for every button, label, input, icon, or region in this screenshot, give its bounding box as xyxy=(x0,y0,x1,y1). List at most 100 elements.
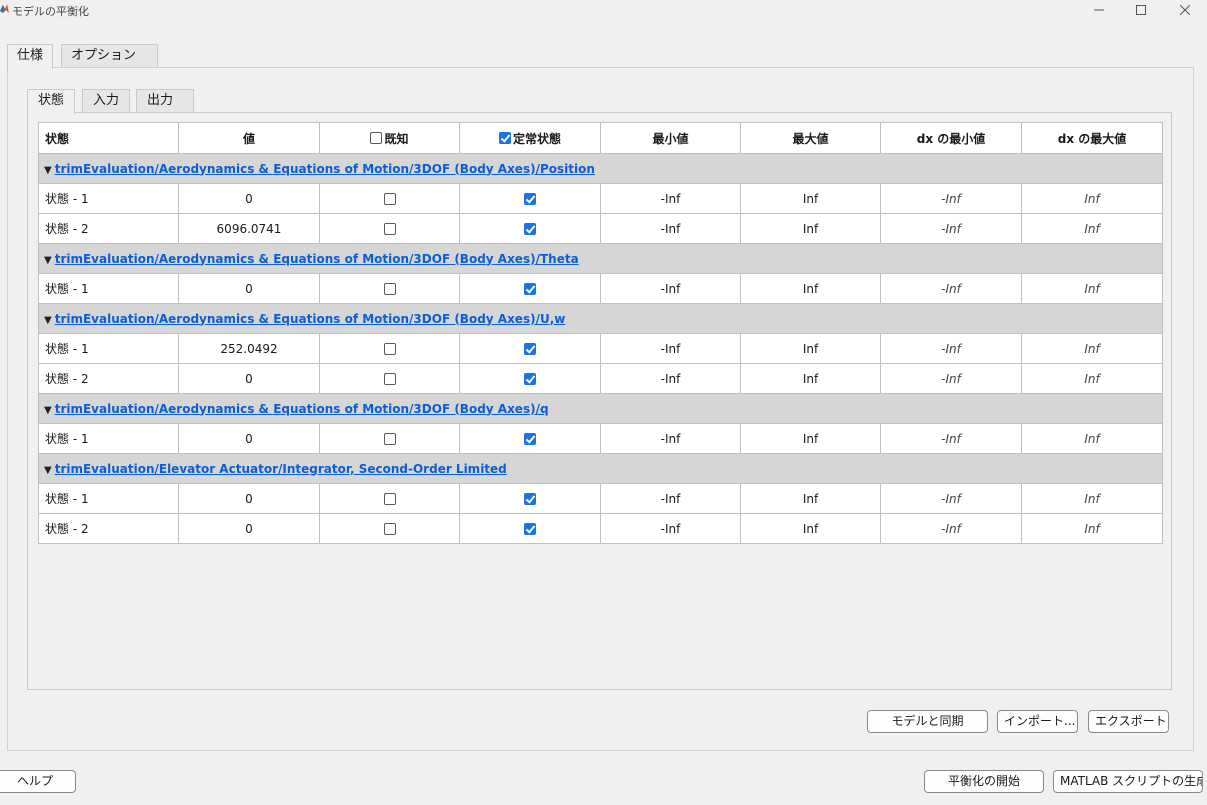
max-value-cell[interactable]: Inf xyxy=(740,213,881,244)
collapse-triangle-icon[interactable]: ▼ xyxy=(44,255,52,266)
state-value-cell[interactable]: 0 xyxy=(178,423,320,454)
column-header-steady[interactable]: 定常状態 xyxy=(459,122,601,154)
min-value-cell[interactable]: -Inf xyxy=(600,423,741,454)
maximize-icon[interactable] xyxy=(1121,0,1161,20)
block-path-link[interactable]: trimEvaluation/Aerodynamics & Equations … xyxy=(55,252,579,266)
dx-min-cell[interactable]: -Inf xyxy=(880,333,1022,364)
steady-state-checkbox[interactable] xyxy=(524,343,536,355)
steady-state-cell xyxy=(459,483,601,514)
steady-state-checkbox[interactable] xyxy=(524,193,536,205)
state-value-cell[interactable]: 0 xyxy=(178,273,320,304)
minimize-icon[interactable] xyxy=(1079,0,1119,20)
steady-state-cell xyxy=(459,213,601,244)
dx-max-cell[interactable]: Inf xyxy=(1021,423,1163,454)
group-row: ▼ trimEvaluation/Aerodynamics & Equations… xyxy=(38,393,1163,424)
dx-min-cell[interactable]: -Inf xyxy=(880,513,1022,544)
max-value-cell[interactable]: Inf xyxy=(740,483,881,514)
max-value-cell[interactable]: Inf xyxy=(740,183,881,214)
dx-min-cell[interactable]: -Inf xyxy=(880,363,1022,394)
dx-min-cell[interactable]: -Inf xyxy=(880,423,1022,454)
steady-state-checkbox[interactable] xyxy=(524,433,536,445)
dx-max-cell[interactable]: Inf xyxy=(1021,183,1163,214)
min-value-cell[interactable]: -Inf xyxy=(600,213,741,244)
column-header-dx-min[interactable]: dx の最小値 xyxy=(880,122,1022,154)
max-value-cell[interactable]: Inf xyxy=(740,363,881,394)
min-value-cell[interactable]: -Inf xyxy=(600,333,741,364)
steady-state-cell xyxy=(459,273,601,304)
state-value-cell[interactable]: 0 xyxy=(178,513,320,544)
known-checkbox[interactable] xyxy=(383,373,396,385)
min-value-cell[interactable]: -Inf xyxy=(600,273,741,304)
state-value-cell[interactable]: 0 xyxy=(178,183,320,214)
block-path-link[interactable]: trimEvaluation/Elevator Actuator/Integra… xyxy=(55,462,507,476)
column-header-value[interactable]: 値 xyxy=(178,122,320,154)
dx-max-cell[interactable]: Inf xyxy=(1021,273,1163,304)
dx-min-cell[interactable]: -Inf xyxy=(880,183,1022,214)
dx-min-cell[interactable]: -Inf xyxy=(880,273,1022,304)
collapse-triangle-icon[interactable]: ▼ xyxy=(44,315,52,326)
tab-inputs[interactable]: 入力 xyxy=(82,89,131,113)
import-button[interactable]: インポート... xyxy=(997,710,1078,733)
tab-specification[interactable]: 仕様 xyxy=(7,44,54,69)
column-header-max[interactable]: 最大値 xyxy=(740,122,881,154)
tab-states[interactable]: 状態 xyxy=(27,89,76,114)
known-checkbox[interactable] xyxy=(383,433,396,445)
sync-with-model-button[interactable]: モデルと同期 xyxy=(867,710,988,733)
known-checkbox[interactable] xyxy=(383,523,396,535)
tab-outputs[interactable]: 出力 xyxy=(136,89,194,113)
dx-max-cell[interactable]: Inf xyxy=(1021,363,1163,394)
min-value-cell[interactable]: -Inf xyxy=(600,513,741,544)
steady-state-checkbox[interactable] xyxy=(524,373,536,385)
column-header-known[interactable]: 既知 xyxy=(319,122,460,154)
start-trim-button[interactable]: 平衡化の開始 xyxy=(924,770,1044,793)
table-row: 状態 - 1 0 -Inf Inf -Inf Inf xyxy=(38,273,1163,304)
collapse-triangle-icon[interactable]: ▼ xyxy=(44,165,52,176)
max-value-cell[interactable]: Inf xyxy=(740,333,881,364)
known-cell xyxy=(319,273,460,304)
generate-matlab-script-button[interactable]: MATLAB スクリプトの生成 xyxy=(1053,770,1203,793)
steady-state-checkbox[interactable] xyxy=(524,283,536,295)
block-path-link[interactable]: trimEvaluation/Aerodynamics & Equations … xyxy=(55,162,595,176)
steady-state-cell xyxy=(459,363,601,394)
steady-state-checkbox[interactable] xyxy=(524,223,536,235)
block-path-link[interactable]: trimEvaluation/Aerodynamics & Equations … xyxy=(55,312,566,326)
steady-header-label: 定常状態 xyxy=(512,131,561,146)
close-icon[interactable] xyxy=(1165,0,1205,20)
known-checkbox[interactable] xyxy=(383,493,396,505)
collapse-triangle-icon[interactable]: ▼ xyxy=(44,405,52,416)
collapse-triangle-icon[interactable]: ▼ xyxy=(44,465,52,476)
max-value-cell[interactable]: Inf xyxy=(740,273,881,304)
help-button[interactable]: ヘルプ xyxy=(0,770,76,793)
dx-max-cell[interactable]: Inf xyxy=(1021,513,1163,544)
export-button[interactable]: エクスポート xyxy=(1088,710,1169,733)
steady-all-checkbox[interactable] xyxy=(498,132,511,144)
known-all-checkbox[interactable] xyxy=(370,132,383,144)
min-value-cell[interactable]: -Inf xyxy=(600,483,741,514)
group-row: ▼ trimEvaluation/Aerodynamics & Equations… xyxy=(38,153,1163,184)
known-checkbox[interactable] xyxy=(383,283,396,295)
column-header-state[interactable]: 状態 xyxy=(38,122,179,154)
known-checkbox[interactable] xyxy=(383,193,396,205)
max-value-cell[interactable]: Inf xyxy=(740,513,881,544)
known-checkbox[interactable] xyxy=(383,223,396,235)
dx-min-cell[interactable]: -Inf xyxy=(880,483,1022,514)
min-value-cell[interactable]: -Inf xyxy=(600,183,741,214)
state-value-cell[interactable]: 0 xyxy=(178,363,320,394)
steady-state-checkbox[interactable] xyxy=(524,493,536,505)
min-value-cell[interactable]: -Inf xyxy=(600,363,741,394)
known-checkbox[interactable] xyxy=(383,343,396,355)
table-row: 状態 - 2 0 -Inf Inf -Inf Inf xyxy=(38,363,1163,394)
dx-min-cell[interactable]: -Inf xyxy=(880,213,1022,244)
steady-state-checkbox[interactable] xyxy=(524,523,536,535)
state-value-cell[interactable]: 252.0492 xyxy=(178,333,320,364)
dx-max-cell[interactable]: Inf xyxy=(1021,333,1163,364)
column-header-min[interactable]: 最小値 xyxy=(600,122,741,154)
tab-options[interactable]: オプション xyxy=(61,44,158,68)
max-value-cell[interactable]: Inf xyxy=(740,423,881,454)
dx-max-cell[interactable]: Inf xyxy=(1021,483,1163,514)
state-value-cell[interactable]: 0 xyxy=(178,483,320,514)
column-header-dx-max[interactable]: dx の最大値 xyxy=(1021,122,1163,154)
state-value-cell[interactable]: 6096.0741 xyxy=(178,213,320,244)
dx-max-cell[interactable]: Inf xyxy=(1021,213,1163,244)
block-path-link[interactable]: trimEvaluation/Aerodynamics & Equations … xyxy=(55,402,549,416)
